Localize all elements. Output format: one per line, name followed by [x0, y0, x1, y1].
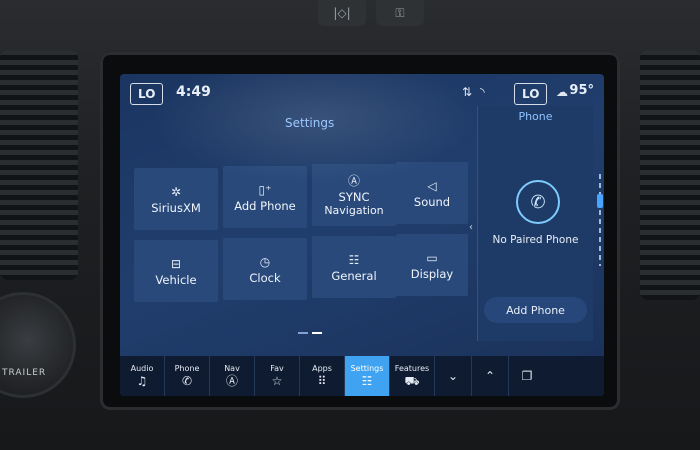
- infotainment-screen: LO 4:49 ⇅ ◝ LO ☁ 95° Settings ✲ SiriusXM…: [120, 74, 604, 396]
- tile-general[interactable]: ☷ General: [312, 236, 396, 298]
- outside-temperature: 95°: [569, 83, 594, 98]
- page-dot: [298, 332, 308, 334]
- scrollbar-thumb[interactable]: [597, 194, 603, 208]
- right-climate-lo[interactable]: LO: [514, 83, 548, 105]
- nav-audio[interactable]: Audio ♫: [120, 356, 165, 396]
- trailer-knob-label: TRAILER: [2, 368, 47, 378]
- add-phone-button[interactable]: Add Phone: [484, 297, 587, 323]
- clock-time: 4:49: [176, 84, 211, 100]
- add-phone-icon: ▯⁺: [258, 183, 272, 197]
- lock-button[interactable]: ⚿: [376, 0, 424, 26]
- phone-panel: Phone ✆ No Paired Phone Add Phone: [477, 106, 593, 341]
- clock-icon: ◷: [259, 255, 271, 269]
- tile-clock[interactable]: ◷ Clock: [223, 238, 307, 300]
- nav-settings[interactable]: Settings ☷: [345, 356, 390, 396]
- chevron-down-icon: ⌄: [447, 369, 459, 383]
- no-paired-phone-text: No Paired Phone: [492, 234, 579, 246]
- chevron-up-icon: ⌃: [484, 369, 496, 383]
- tile-display[interactable]: ▭ Display: [396, 234, 468, 296]
- status-bar: LO 4:49 ⇅ ◝ LO ☁ 95°: [120, 74, 604, 110]
- nav-label: Fav: [270, 364, 284, 373]
- tile-siriusxm[interactable]: ✲ SiriusXM: [134, 168, 218, 230]
- tile-label: Sound: [413, 195, 451, 209]
- left-climate-lo[interactable]: LO: [130, 83, 164, 105]
- chevron-up-button[interactable]: ⌃: [472, 356, 509, 396]
- weather-icon: ☁: [556, 85, 568, 99]
- right-air-vent: [640, 50, 700, 300]
- nav-phone[interactable]: Phone ✆: [165, 356, 210, 396]
- navigation-icon: Ⓐ: [347, 174, 360, 188]
- phone-icon: ✆: [181, 374, 193, 388]
- siriusxm-icon: ✲: [170, 185, 182, 199]
- tile-label: General: [331, 269, 377, 283]
- tile-vehicle[interactable]: ⊟ Vehicle: [134, 240, 218, 302]
- nav-label: Features: [394, 364, 430, 373]
- tile-sync-navigation[interactable]: Ⓐ SYNC Navigation: [312, 164, 396, 226]
- star-icon: ☆: [271, 374, 283, 388]
- settings-title: Settings: [285, 116, 335, 130]
- left-air-vent: [0, 50, 78, 280]
- nav-label: Audio: [130, 364, 154, 373]
- tile-sound[interactable]: ◁ Sound: [396, 162, 468, 224]
- sliders-icon: ☷: [361, 374, 373, 388]
- sliders-icon: ☷: [348, 253, 360, 267]
- bottom-nav-bar: Audio ♫ Phone ✆ Nav Ⓐ Fav ☆ Apps ⠿ Setti…: [120, 356, 604, 396]
- phone-panel-title: Phone: [518, 110, 553, 123]
- chevron-down-button[interactable]: ⌄: [435, 356, 472, 396]
- apps-grid-icon: ⠿: [317, 374, 327, 388]
- vehicle-icon: ⊟: [170, 257, 182, 271]
- nav-label: Phone: [174, 364, 200, 373]
- navigation-icon: Ⓐ: [225, 374, 238, 388]
- nav-apps[interactable]: Apps ⠿: [300, 356, 345, 396]
- display-icon: ▭: [426, 251, 438, 265]
- tile-label: SiriusXM: [151, 201, 201, 215]
- page-indicator: [298, 332, 322, 334]
- page-dot-active: [312, 332, 322, 334]
- tile-label: Clock: [249, 271, 281, 285]
- panel-collapse-arrow[interactable]: ‹: [469, 222, 473, 233]
- tile-add-phone[interactable]: ▯⁺ Add Phone: [223, 166, 307, 228]
- speaker-icon: ◁: [427, 179, 437, 193]
- phone-icon[interactable]: ✆: [516, 180, 560, 224]
- hazard-button[interactable]: |◇|: [318, 0, 366, 26]
- nav-nav[interactable]: Nav Ⓐ: [210, 356, 255, 396]
- copy-icon: ❐: [521, 369, 533, 383]
- music-note-icon: ♫: [136, 374, 148, 388]
- copy-button[interactable]: ❐: [509, 356, 545, 396]
- car-icon: ⛟: [404, 374, 420, 388]
- data-transfer-icon: ⇅: [462, 85, 473, 99]
- panel-scrollbar[interactable]: [599, 174, 601, 266]
- nav-label: Settings: [350, 364, 384, 373]
- nav-features[interactable]: Features ⛟: [390, 356, 435, 396]
- nav-fav[interactable]: Fav ☆: [255, 356, 300, 396]
- tile-label: Vehicle: [155, 273, 197, 287]
- tile-label: Add Phone: [234, 199, 296, 213]
- tile-label: Display: [410, 267, 454, 281]
- wifi-icon: ◝: [480, 85, 485, 99]
- tile-label: SYNC: [338, 190, 370, 204]
- nav-label: Nav: [224, 364, 240, 373]
- tile-sublabel: Navigation: [324, 204, 384, 217]
- nav-label: Apps: [312, 364, 332, 373]
